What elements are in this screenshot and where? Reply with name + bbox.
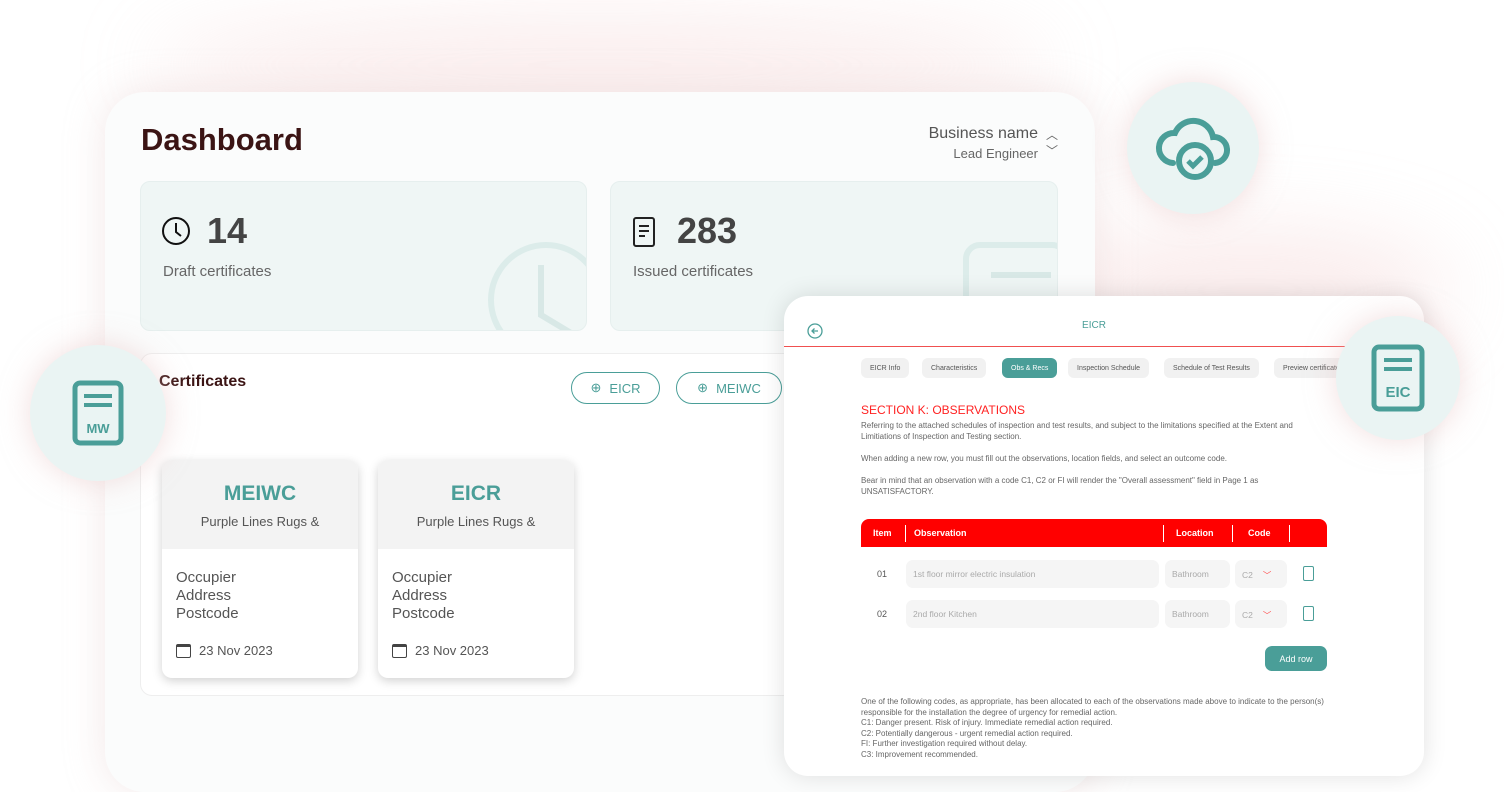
plus-circle-icon: ⊕ <box>697 380 709 395</box>
user-role: Lead Engineer <box>953 146 1038 161</box>
svg-text:MW: MW <box>86 421 110 436</box>
card-company: Purple Lines Rugs & <box>416 514 536 529</box>
eic-document-icon: EIC <box>1371 344 1425 412</box>
certificate-card[interactable]: MEIWC Purple Lines Rugs & Occupier Address… <box>162 460 358 678</box>
clock-watermark-icon <box>488 242 586 330</box>
issued-count: 283 <box>677 210 738 251</box>
page-title: Dashboard <box>141 122 303 157</box>
new-meiwc-button[interactable]: ⊕ MEIWC <box>676 372 782 404</box>
card-company: Purple Lines Rugs & <box>200 514 320 529</box>
table-row: 02 2nd floor Kitchen Bathroom C2 ﹀ <box>861 600 1327 628</box>
card-occupier: Occupier <box>176 569 237 586</box>
plus-circle-icon: ⊕ <box>590 380 602 395</box>
card-postcode: Postcode <box>176 605 239 622</box>
legend-fi: FI: Further investigation required witho… <box>861 739 1028 748</box>
col-location: Location <box>1176 528 1214 538</box>
location-input[interactable]: Bathroom <box>1165 600 1230 628</box>
instruction-paragraph: When adding a new row, you must fill out… <box>861 454 1227 463</box>
calendar-icon <box>176 643 191 658</box>
observation-input[interactable]: 2nd floor Kitchen <box>906 600 1159 628</box>
eicr-form-window: EICR EICR Info Characteristics Obs & Rec… <box>784 296 1424 776</box>
col-code: Code <box>1248 528 1271 538</box>
draft-label: Draft certificates <box>163 263 272 280</box>
form-title: EICR <box>1082 320 1106 331</box>
button-label: EICR <box>609 380 641 396</box>
tab-inspection-schedule[interactable]: Inspection Schedule <box>1068 358 1150 378</box>
card-occupier: Occupier <box>392 569 453 586</box>
document-icon[interactable] <box>1303 606 1314 621</box>
warning-paragraph: Bear in mind that an observation with a … <box>861 476 1259 496</box>
mw-badge: MW <box>30 345 166 481</box>
chevron-down-icon: ﹀ <box>1262 610 1272 620</box>
chevron-down-icon: ﹀ <box>1262 570 1272 580</box>
certificate-card[interactable]: EICR Purple Lines Rugs & Occupier Address P… <box>378 460 574 678</box>
location-input[interactable]: Bathroom <box>1165 560 1230 588</box>
table-row: 01 1st floor mirror electric insulation … <box>861 560 1327 588</box>
row-item: 01 <box>877 569 888 579</box>
tab-eicr-info[interactable]: EICR Info <box>861 358 910 378</box>
legend-c3: C3: Improvement recommended. <box>861 749 978 759</box>
codes-legend: One of the following codes, as appropria… <box>861 697 1331 760</box>
card-date: 23 Nov 2023 <box>415 643 489 658</box>
cloud-check-icon <box>1155 117 1230 180</box>
new-eicr-button[interactable]: ⊕ EICR <box>571 372 660 404</box>
code-select[interactable]: C2 ﹀ <box>1235 600 1287 628</box>
code-select[interactable]: C2 ﹀ <box>1235 560 1287 588</box>
draft-certificates-card[interactable]: 14 Draft certificates <box>140 181 587 331</box>
card-address: Address <box>392 587 448 604</box>
clock-icon <box>162 217 190 245</box>
header-divider <box>784 346 1424 347</box>
card-address: Address <box>176 587 232 604</box>
col-item: Item <box>873 528 892 538</box>
eic-badge: EIC <box>1336 316 1460 440</box>
legend-c2: C2: Potentially dangerous - urgent remed… <box>861 728 1073 738</box>
mw-document-icon: MW <box>72 380 124 446</box>
col-observation: Observation <box>914 528 967 538</box>
issued-label: Issued certificates <box>633 263 754 280</box>
cloud-badge <box>1127 82 1259 214</box>
calendar-icon <box>392 643 407 658</box>
tab-schedule-test-results[interactable]: Schedule of Test Results <box>1164 358 1259 378</box>
row-item: 02 <box>877 609 888 619</box>
button-label: MEIWC <box>716 380 761 396</box>
draft-count: 14 <box>207 210 248 251</box>
document-icon[interactable] <box>1303 566 1314 581</box>
business-name: Business name <box>928 125 1038 142</box>
legend-c1: C1: Danger present. Risk of injury. Imme… <box>861 718 1113 727</box>
tab-characteristics[interactable]: Characteristics <box>922 358 987 378</box>
card-type: MEIWC <box>223 482 297 505</box>
intro-paragraph: Referring to the attached schedules of i… <box>861 421 1293 441</box>
certificates-title: Certificates <box>159 373 247 390</box>
card-type: EICR <box>450 482 502 505</box>
add-row-button[interactable]: Add row <box>1265 646 1327 671</box>
legend-intro: One of the following codes, as appropria… <box>861 697 1324 717</box>
observation-input[interactable]: 1st floor mirror electric insulation <box>906 560 1159 588</box>
account-switcher[interactable]: Business name Lead Engineer <box>929 125 1038 161</box>
card-date: 23 Nov 2023 <box>199 643 273 658</box>
section-title: SECTION K: OBSERVATIONS <box>861 403 1026 417</box>
tab-obs-recs[interactable]: Obs & Recs <box>1002 358 1058 378</box>
observations-table-header: Item Observation Location Code <box>861 519 1327 547</box>
document-icon <box>633 217 655 247</box>
chevron-up-down-icon[interactable]: ︿ ﹀ <box>1046 127 1058 159</box>
svg-text:EIC: EIC <box>1385 384 1410 401</box>
card-postcode: Postcode <box>392 605 455 622</box>
